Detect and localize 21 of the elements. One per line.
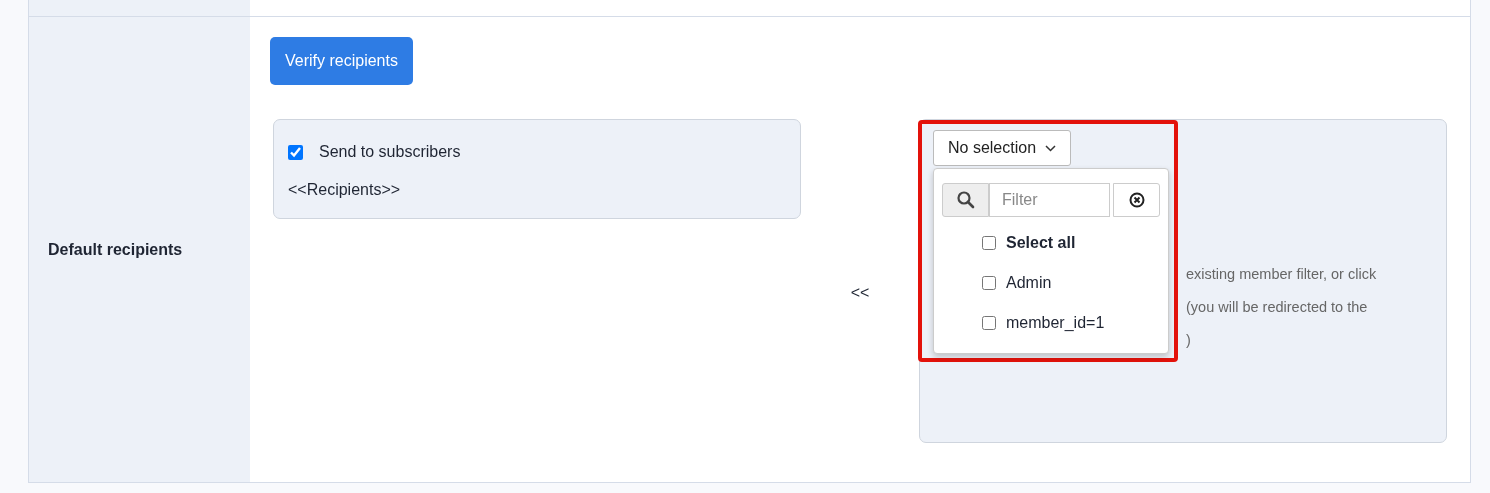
option-label: member_id=1 (1006, 313, 1105, 333)
option-checkbox[interactable] (982, 276, 996, 290)
row-label: Default recipients (47, 239, 183, 260)
selection-dropdown[interactable]: No selection (933, 130, 1071, 166)
help-text: existing member filter, or click (1186, 265, 1377, 284)
clear-filter-button[interactable] (1113, 183, 1160, 217)
option-label: Admin (1006, 273, 1052, 293)
clear-icon (1128, 192, 1145, 208)
help-text: ) (1186, 331, 1191, 350)
move-left-button[interactable]: << (850, 281, 870, 305)
subscribers-checkbox[interactable] (288, 144, 303, 160)
option-checkbox[interactable] (982, 316, 996, 330)
filter-field[interactable]: Filter (989, 183, 1110, 217)
option-label: Select all (1006, 233, 1076, 253)
option-checkbox[interactable] (982, 236, 996, 250)
recipients-token: <<Recipients>> (288, 180, 402, 200)
verify-recipients-button[interactable]: Verify recipients (270, 37, 413, 85)
caret-icon (1044, 145, 1056, 153)
checkbox-label: Send to subscribers (319, 142, 461, 162)
search-icon (956, 191, 975, 209)
help-text: (you will be redirected to the (1186, 298, 1368, 317)
